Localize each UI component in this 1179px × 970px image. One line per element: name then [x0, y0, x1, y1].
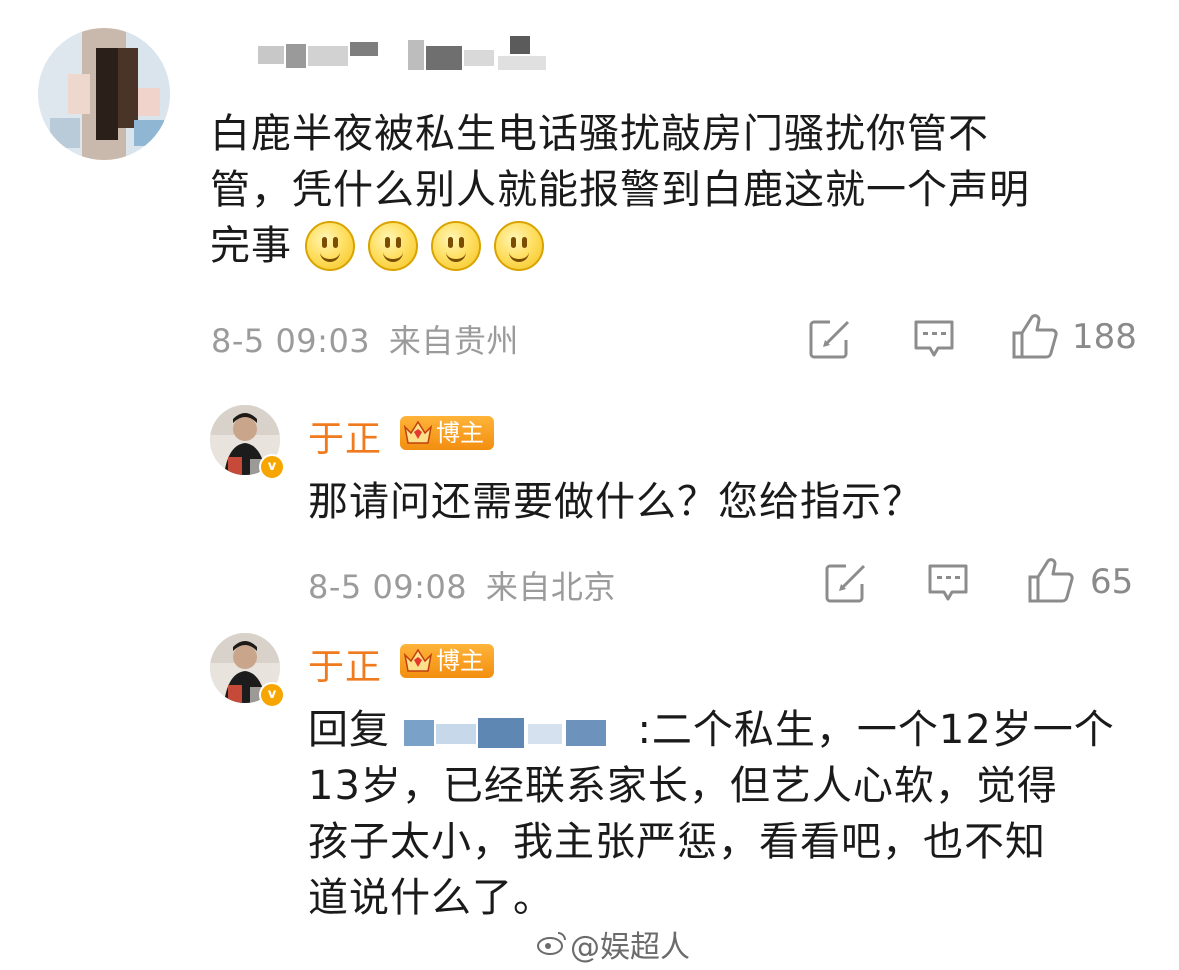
reply-line: 回复 :二个私生，一个12岁一个 [308, 702, 1148, 758]
commenter-name-redacted[interactable] [258, 36, 558, 80]
edit-icon[interactable] [824, 562, 870, 604]
weibo-icon [537, 932, 566, 955]
smile-emoji-icon [431, 221, 481, 271]
comment-line: 管，凭什么别人就能报警到白鹿这就一个声明 [210, 167, 1030, 213]
reply-target-redacted[interactable] [403, 712, 624, 752]
watermark: @娱超人 [570, 930, 690, 965]
smile-emoji-icon [494, 221, 544, 271]
smile-emoji-icon [368, 221, 418, 271]
comment-line: 白鹿半夜被私生电话骚扰敲房门骚扰你管不 [210, 111, 989, 157]
reply-line: 道说什么了。 [308, 875, 554, 921]
reply-line: 孩子太小，我主张严惩，看看吧，也不知 [308, 819, 1046, 865]
reply-prefix: 回复 [308, 707, 390, 753]
crown-icon [403, 420, 433, 444]
like-icon[interactable] [1010, 313, 1060, 361]
smile-emoji-icon [305, 221, 355, 271]
comment-body: 白鹿半夜被私生电话骚扰敲房门骚扰你管不 管，凭什么别人就能报警到白鹿这就一个声明… [210, 106, 1140, 274]
host-badge: 博主 [400, 644, 494, 678]
edit-icon[interactable] [808, 318, 854, 360]
like-icon[interactable] [1026, 557, 1076, 605]
comment-time: 8-5 09:03 [211, 322, 371, 360]
comment-location: 来自贵州 [388, 322, 519, 360]
reply-time: 8-5 09:08 [308, 568, 468, 606]
like-count: 188 [1072, 317, 1137, 357]
verified-icon: v [259, 454, 285, 480]
host-badge-label: 博主 [436, 419, 484, 447]
like-count: 65 [1090, 562, 1134, 602]
reply-text: :二个私生，一个12岁一个 [637, 707, 1115, 753]
verified-icon: v [259, 682, 285, 708]
host-badge-label: 博主 [436, 647, 484, 675]
reply-author[interactable]: 于正 [308, 638, 382, 690]
reply-author[interactable]: 于正 [308, 410, 382, 462]
host-badge: 博主 [400, 416, 494, 450]
comment-line: 完事 [210, 223, 292, 269]
reply-body: 回复 :二个私生，一个12岁一个 13岁，已经联系家长，但艺人心软，觉得 孩子太… [308, 702, 1148, 926]
reply-line: 13岁，已经联系家长，但艺人心软，觉得 [308, 763, 1058, 809]
comment-icon[interactable] [926, 562, 970, 604]
comment-meta: 8-5 09:03 来自贵州 [211, 316, 519, 362]
reply-meta: 8-5 09:08 来自北京 [308, 562, 616, 608]
reply-location: 来自北京 [485, 568, 616, 606]
reply-body: 那请问还需要做什么？您给指示？ [308, 479, 923, 525]
crown-icon [403, 648, 433, 672]
comment-icon[interactable] [912, 318, 956, 360]
commenter-avatar[interactable] [38, 28, 170, 160]
